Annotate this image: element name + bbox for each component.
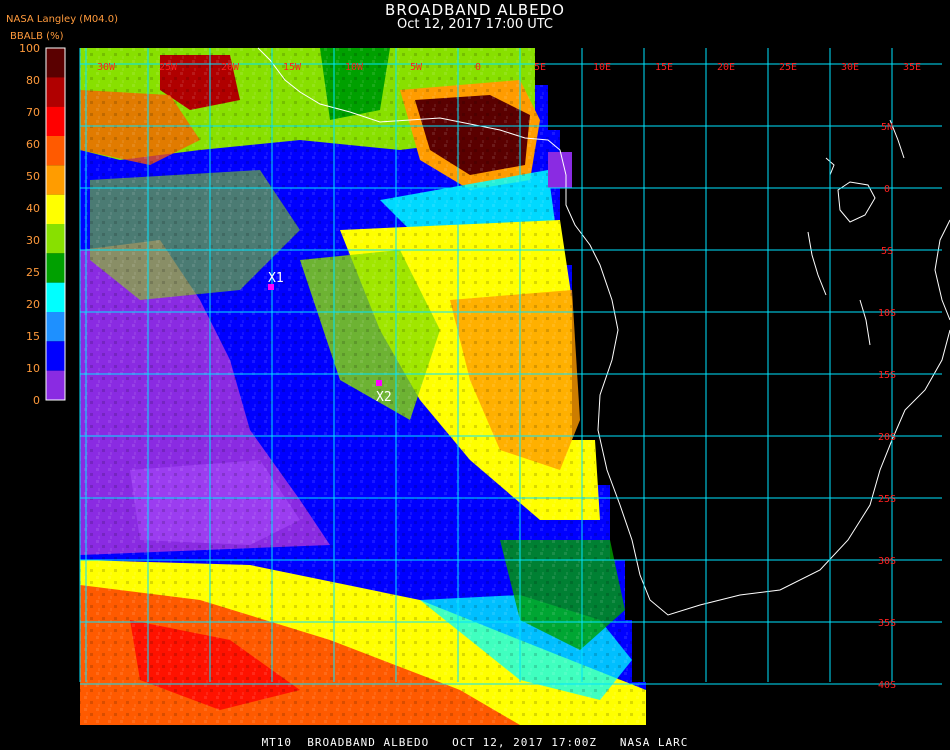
colorbar-tick-label: 70 bbox=[26, 106, 40, 119]
region-purple-block bbox=[548, 152, 572, 188]
colorbar-tick-label: 60 bbox=[26, 138, 40, 151]
latitude-label: 30S bbox=[878, 556, 896, 567]
colorbar-swatch bbox=[46, 77, 65, 107]
longitude-label: 20E bbox=[717, 62, 735, 73]
colorbar-swatch bbox=[46, 312, 65, 342]
colorbar-tick-label: 30 bbox=[26, 234, 40, 247]
colorbar-swatch bbox=[46, 282, 65, 312]
colorbar-tick-label: 15 bbox=[26, 330, 40, 343]
longitude-label: 5W bbox=[410, 62, 423, 73]
footer-caption: MT10 BROADBAND ALBEDO OCT 12, 2017 17:00… bbox=[261, 736, 689, 749]
longitude-label: 30E bbox=[841, 62, 859, 73]
colorbar-tick-label: 40 bbox=[26, 202, 40, 215]
colorbar-tick-label: 25 bbox=[26, 266, 40, 279]
site-marker-label: X2 bbox=[376, 390, 392, 405]
colorbar-tick-label: 80 bbox=[26, 74, 40, 87]
coastline-lake-malawi bbox=[859, 299, 871, 346]
latitude-label: 0 bbox=[884, 184, 890, 195]
colorbar-tick-label: 20 bbox=[26, 298, 40, 311]
longitude-label: 0 bbox=[475, 62, 481, 73]
longitude-label: 15W bbox=[283, 62, 302, 73]
site-marker-label: X1 bbox=[268, 271, 284, 286]
albedo-map: 100807060504030252015100 30W 25W 20W 15W… bbox=[19, 42, 950, 725]
colorbar-tick-label: 50 bbox=[26, 170, 40, 183]
longitude-label: 25E bbox=[779, 62, 797, 73]
longitude-label: 25W bbox=[159, 62, 178, 73]
satellite-swath bbox=[80, 48, 646, 725]
colorbar-tick-label: 10 bbox=[26, 362, 40, 375]
latitude-label: 25S bbox=[878, 494, 896, 505]
longitude-label: 35E bbox=[903, 62, 921, 73]
longitude-label: 20W bbox=[221, 62, 240, 73]
longitude-label: 10W bbox=[345, 62, 364, 73]
latitude-label: 35S bbox=[878, 618, 896, 629]
longitude-label: 5E bbox=[534, 62, 546, 73]
colorbar-tick-label: 0 bbox=[33, 394, 40, 407]
latitude-label: 20S bbox=[878, 432, 896, 443]
latitude-label: 10S bbox=[878, 308, 896, 319]
site-marker-dot bbox=[376, 380, 382, 386]
longitude-label: 30W bbox=[97, 62, 116, 73]
latitude-label: 5S bbox=[881, 246, 893, 257]
longitude-label: 10E bbox=[593, 62, 611, 73]
coastline-east-africa bbox=[934, 219, 950, 321]
colorbar-swatch bbox=[46, 136, 65, 166]
colorbar-swatch bbox=[46, 194, 65, 224]
colorbar-swatch bbox=[46, 106, 65, 136]
colorbar-swatch bbox=[46, 165, 65, 195]
longitude-label: 15E bbox=[655, 62, 673, 73]
colorbar-swatch bbox=[46, 370, 65, 400]
colorbar-swatch bbox=[46, 341, 65, 371]
latitude-label: 5N bbox=[881, 122, 893, 133]
colorbar-swatch bbox=[46, 48, 65, 78]
colorbar: 100807060504030252015100 bbox=[19, 42, 66, 407]
coastline-lake-tanganyika bbox=[807, 231, 827, 296]
latitude-label: 40S bbox=[878, 680, 896, 691]
colorbar-swatch bbox=[46, 224, 65, 254]
colorbar-swatch bbox=[46, 253, 65, 283]
colorbar-tick-label: 100 bbox=[19, 42, 40, 55]
latitude-label: 15S bbox=[878, 370, 896, 381]
